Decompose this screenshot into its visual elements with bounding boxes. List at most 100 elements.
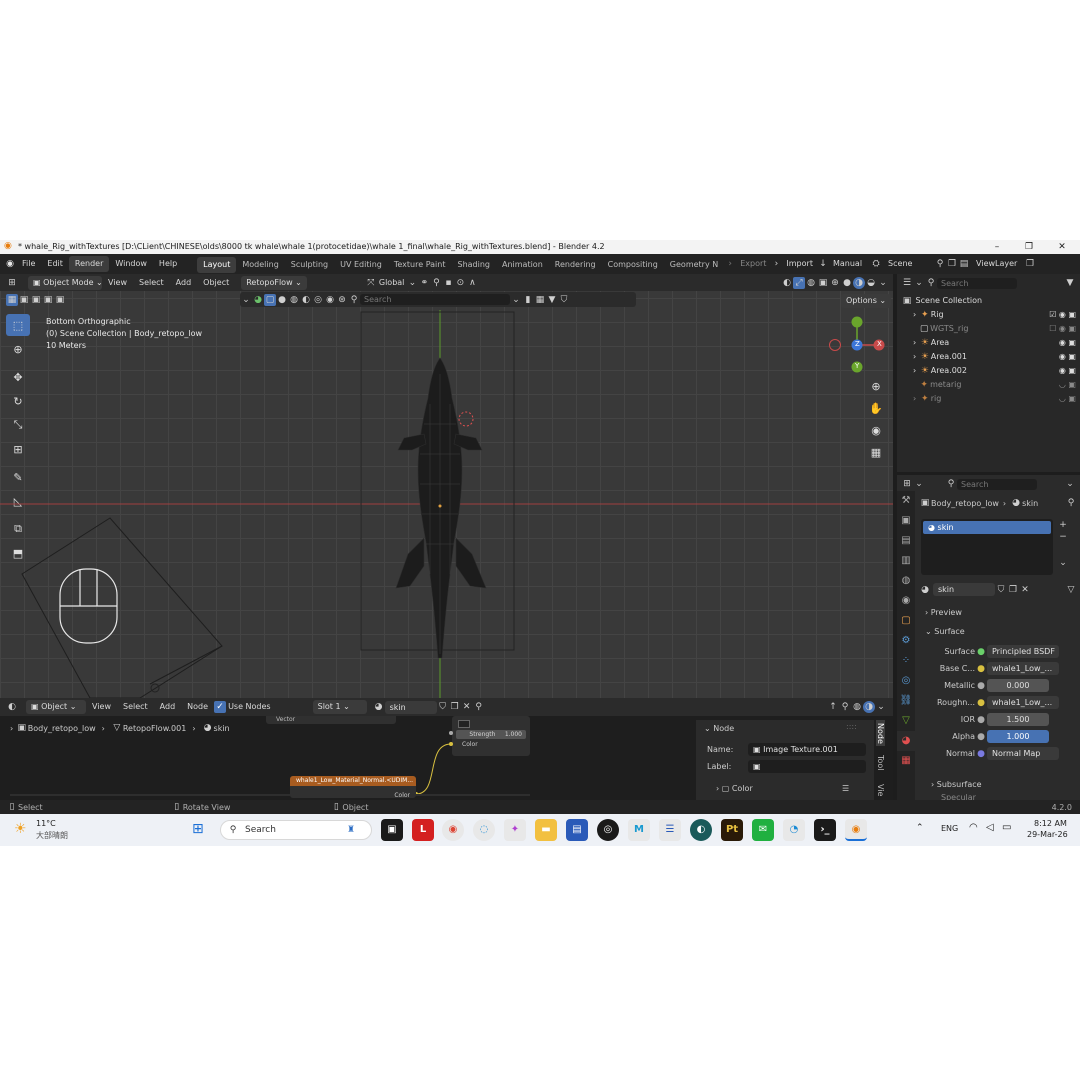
constraints-tab-icon[interactable]: ⛓: [897, 691, 915, 711]
outliner-mode-icon[interactable]: ⌄: [913, 277, 925, 289]
tray-overflow-icon[interactable]: ⌃: [916, 823, 924, 833]
manual-button[interactable]: Manual: [829, 254, 866, 274]
node-overlay-icon[interactable]: ◍: [851, 701, 863, 713]
weather-icon[interactable]: ☀: [14, 821, 27, 837]
app-m-icon[interactable]: M: [628, 819, 650, 841]
gizmo-z-label[interactable]: Z: [855, 340, 860, 348]
modifier-tab-icon[interactable]: ⚙: [897, 631, 915, 651]
texture-tab-icon[interactable]: ▦: [897, 751, 915, 771]
remove-slot-icon[interactable]: −: [1057, 531, 1069, 543]
blender-taskbar-icon[interactable]: ◉: [845, 819, 867, 841]
tab-uv-editing[interactable]: UV Editing: [334, 257, 388, 273]
world-tab-icon[interactable]: ◉: [897, 591, 915, 611]
app-round-icon[interactable]: ◐: [690, 819, 712, 841]
data-tab-icon[interactable]: ▽: [897, 711, 915, 731]
gizmo-x-label[interactable]: X: [877, 340, 882, 348]
notepad-icon[interactable]: ☰: [659, 819, 681, 841]
sidebar-tab-node[interactable]: Node: [876, 720, 885, 746]
camera-view-icon[interactable]: ◉: [867, 420, 885, 440]
prop-value[interactable]: 1.000: [987, 730, 1049, 743]
subsurface-panel[interactable]: › Subsurface: [931, 780, 982, 789]
outliner-row[interactable]: › ☀ Area.002 ◉ ▣: [913, 364, 1076, 378]
outliner-root[interactable]: ▣ Scene Collection: [901, 294, 1076, 308]
prop-value[interactable]: whale1_Low_...: [987, 662, 1059, 675]
scene-tab-icon[interactable]: ◍: [897, 571, 915, 591]
menu-render[interactable]: Render: [68, 256, 110, 272]
properties-search-input[interactable]: Search: [957, 478, 1037, 490]
node-overlay-options-icon[interactable]: ⌄: [875, 701, 887, 713]
taskbar-search[interactable]: ⚲ Search ♜: [220, 820, 372, 840]
props-pin-icon[interactable]: ⚲: [1065, 497, 1077, 509]
zoom-icon[interactable]: ⊕: [867, 376, 885, 396]
outliner-row[interactable]: › ☀ Area.001 ◉ ▣: [913, 350, 1076, 364]
menu-window[interactable]: Window: [109, 254, 153, 274]
new-scene-icon[interactable]: ❐: [946, 258, 958, 270]
chrome-icon[interactable]: ◉: [442, 819, 464, 841]
gizmo-y-label[interactable]: Y: [855, 362, 859, 370]
tab-layout[interactable]: Layout: [197, 257, 237, 273]
slot-menu-icon[interactable]: ⌄: [1057, 557, 1069, 569]
node-preview-icon[interactable]: ◑: [863, 701, 875, 713]
tab-compositing[interactable]: Compositing: [602, 257, 664, 273]
menu-help[interactable]: Help: [153, 254, 183, 274]
obs-icon[interactable]: ◎: [597, 819, 619, 841]
outliner-row[interactable]: ✦ metarig ◡ ▣: [913, 378, 1076, 392]
node-label-field[interactable]: ▣: [748, 760, 866, 773]
material-slots-list[interactable]: ◕ skin: [921, 519, 1053, 575]
chat-icon[interactable]: ◔: [783, 819, 805, 841]
terminal-icon[interactable]: ›_: [814, 819, 836, 841]
weather-desc[interactable]: 大部晴朗: [36, 830, 68, 841]
outliner-row[interactable]: › ✦ Rig ☑ ◉ ▣: [913, 308, 1076, 322]
volume-icon[interactable]: ◁: [986, 822, 994, 833]
tool-tab-icon[interactable]: ⚒: [897, 491, 915, 511]
tab-texture-paint[interactable]: Texture Paint: [388, 257, 452, 273]
particles-tab-icon[interactable]: ⁘: [897, 651, 915, 671]
start-icon[interactable]: ⊞: [192, 821, 204, 837]
tab-rendering[interactable]: Rendering: [549, 257, 602, 273]
material-slot-row[interactable]: ◕ skin: [923, 521, 1051, 534]
properties-mode-icon[interactable]: ⌄: [913, 478, 925, 490]
ortho-grid-icon[interactable]: ▦: [867, 442, 885, 462]
material-tab-icon[interactable]: ◕: [897, 731, 915, 751]
duplicate-material-icon[interactable]: ❐: [1007, 584, 1019, 596]
object-tab-icon[interactable]: ▢: [897, 611, 915, 631]
sidebar-tab-tool[interactable]: Tool: [876, 750, 885, 776]
material-name-field[interactable]: skin: [933, 583, 995, 596]
node-color-list-icon[interactable]: ☰: [842, 784, 849, 793]
task-view-icon[interactable]: ▣: [381, 819, 403, 841]
tray-date[interactable]: 29-Mar-26: [1027, 830, 1068, 839]
scene-selector[interactable]: Scene: [882, 254, 934, 274]
material-filter-icon[interactable]: ▽: [1065, 584, 1077, 596]
minimize-button[interactable]: –: [985, 241, 1009, 253]
file-explorer-icon[interactable]: ▬: [535, 819, 557, 841]
maximize-button[interactable]: ❐: [1017, 241, 1041, 253]
tab-geometry-nodes[interactable]: Geometry N: [664, 257, 724, 273]
sidebar-tab-view[interactable]: Vie: [876, 780, 885, 800]
prop-value[interactable]: 0.000: [987, 679, 1049, 692]
tray-time[interactable]: 8:12 AM: [1034, 819, 1067, 828]
pan-hand-icon[interactable]: ✋: [867, 398, 885, 418]
row-toggles[interactable]: ☐ ◉ ▣: [1049, 322, 1076, 336]
node-editor[interactable]: ◐ ▣ Object ⌄ View Select Add Node ✓ Use …: [0, 698, 893, 802]
tray-language[interactable]: ENG: [941, 824, 958, 833]
photoshop-icon[interactable]: Pt: [721, 819, 743, 841]
close-button[interactable]: ✕: [1050, 241, 1074, 253]
outliner-search-input[interactable]: Search: [937, 277, 1017, 289]
surface-panel-header[interactable]: ⌄ Surface: [925, 627, 965, 636]
menu-edit[interactable]: Edit: [41, 254, 69, 274]
node-name-field[interactable]: ▣ Image Texture.001: [748, 743, 866, 756]
outliner-filter-icon[interactable]: ▼: [1064, 277, 1076, 289]
3d-viewport[interactable]: ⊞ ▣ Object Mode ⌄ View Select Add Object…: [0, 274, 893, 698]
node-color-panel[interactable]: › ▢ Color: [716, 784, 753, 793]
view-layer-selector[interactable]: ViewLayer: [970, 254, 1024, 274]
export-button[interactable]: Export: [736, 254, 770, 274]
copilot-icon[interactable]: ✦: [504, 819, 526, 841]
battery-icon[interactable]: ▭: [1002, 822, 1011, 833]
pin-icon[interactable]: ⚲: [934, 258, 946, 270]
row-toggles[interactable]: ◡ ▣: [1059, 392, 1076, 406]
unlink-material-icon[interactable]: ✕: [1019, 584, 1031, 596]
row-toggles[interactable]: ◡ ▣: [1059, 378, 1076, 392]
view-layer-tab-icon[interactable]: ▥: [897, 551, 915, 571]
browse-material-icon[interactable]: ◕: [919, 584, 931, 596]
properties-options-icon[interactable]: ⌄: [1064, 478, 1076, 490]
